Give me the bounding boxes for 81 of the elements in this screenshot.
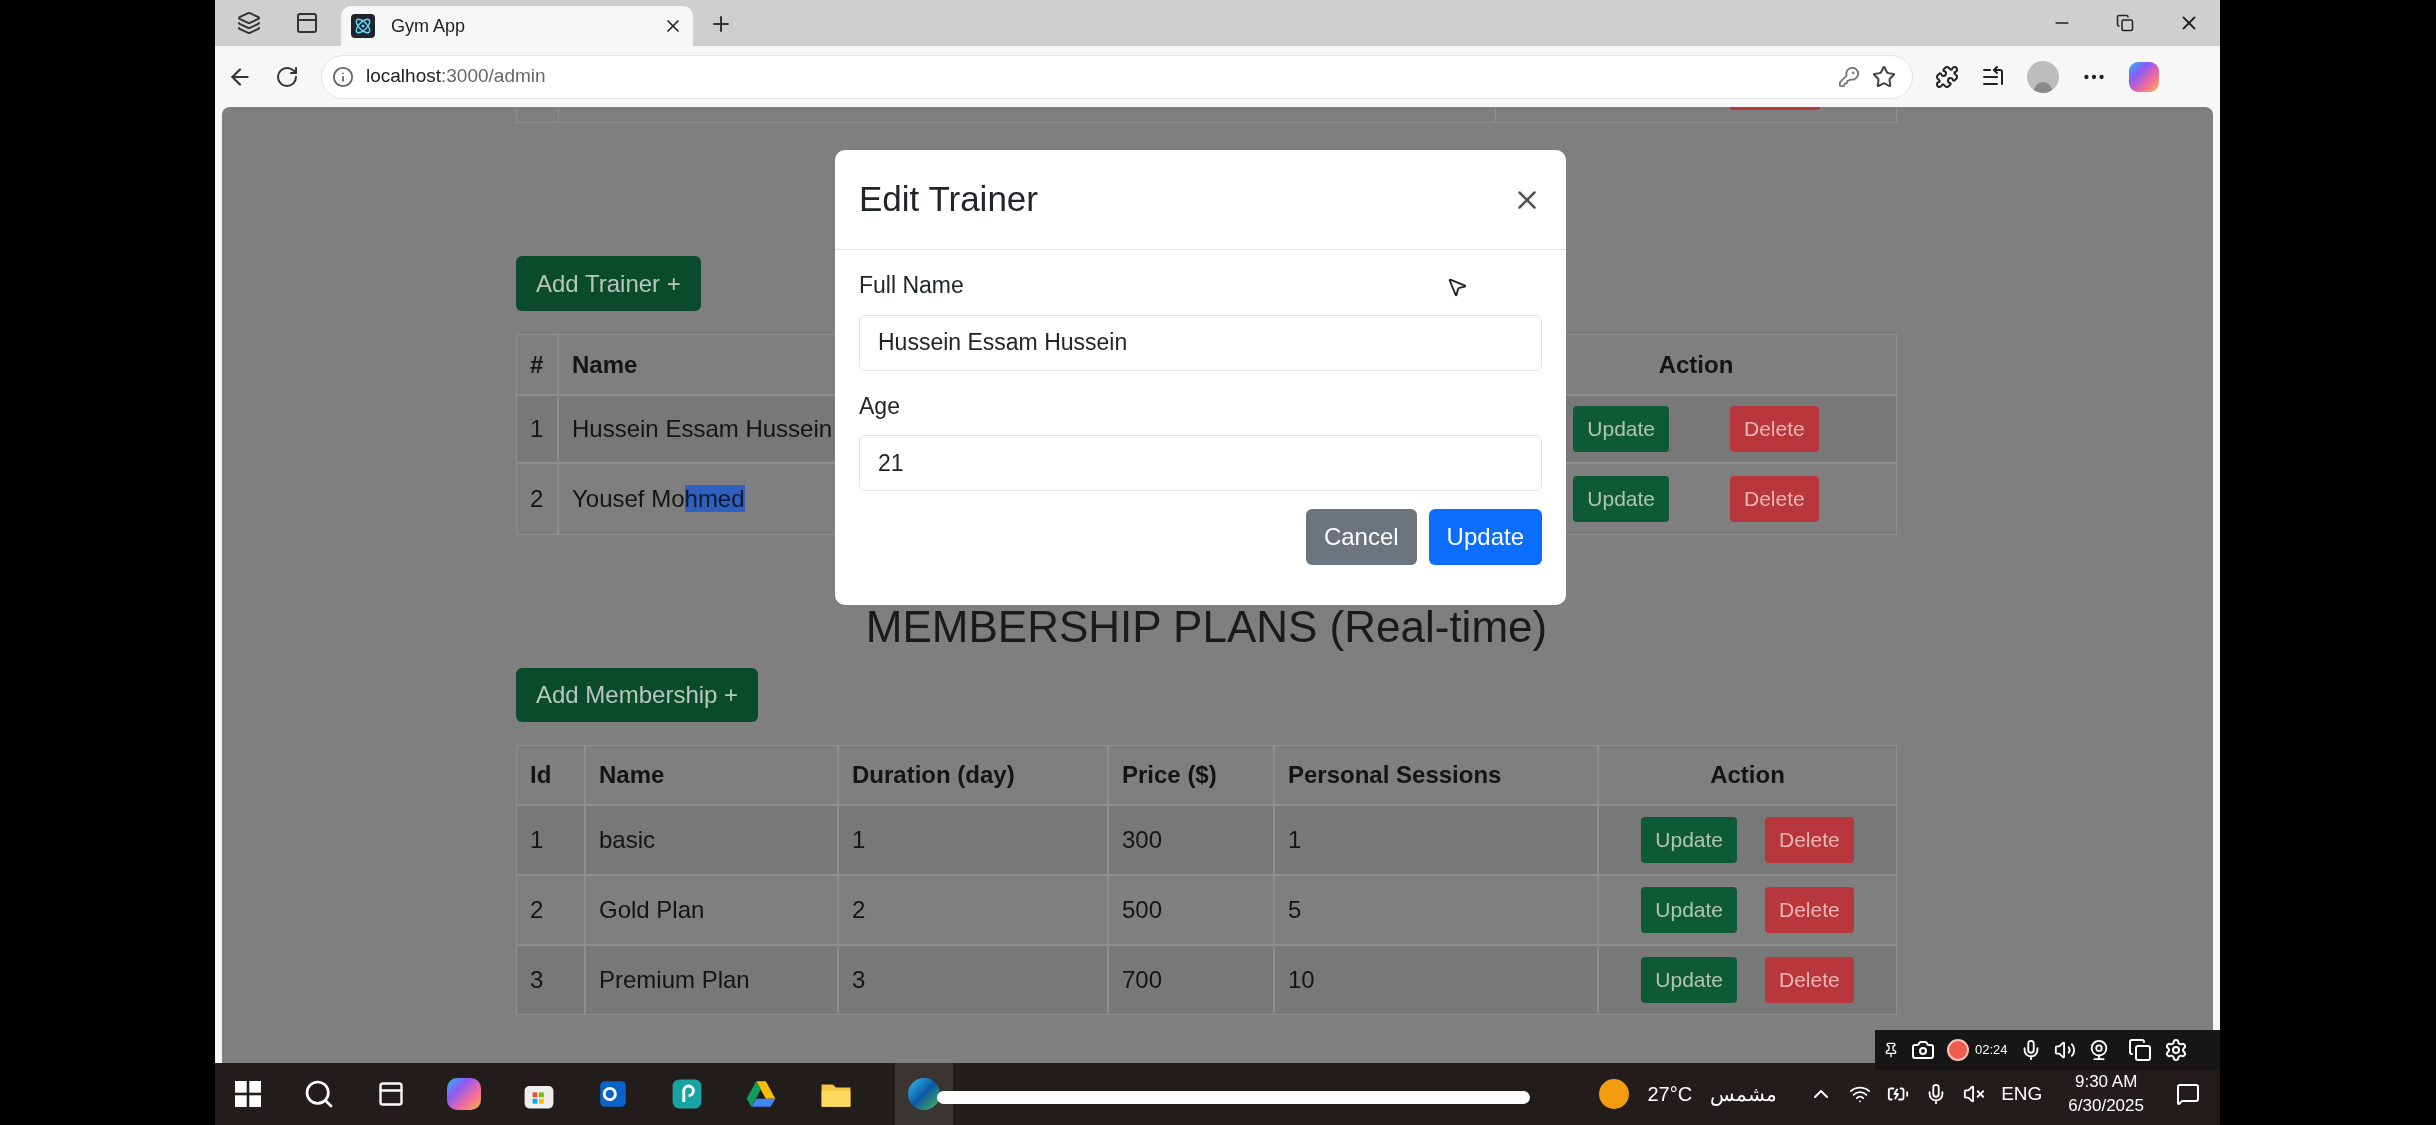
language-indicator[interactable]: ENG — [2001, 1079, 2043, 1109]
tab-title: Gym App — [391, 14, 467, 38]
app-logo-icon — [351, 14, 375, 38]
table-cell: 300 — [1108, 805, 1274, 875]
section-title: MEMBERSHIP PLANS (Real-time) — [864, 601, 1549, 653]
reload-icon[interactable] — [275, 64, 299, 89]
update-button[interactable]: Update — [1573, 406, 1669, 452]
restore-icon[interactable] — [2116, 14, 2134, 32]
table-cell: 1 — [516, 395, 558, 463]
table-cell: 5 — [1274, 875, 1598, 945]
settings-icon[interactable] — [2163, 1038, 2188, 1062]
delete-button[interactable]: Delete — [1765, 817, 1854, 863]
update-button[interactable]: Update — [1641, 957, 1737, 1003]
workspaces-icon[interactable] — [237, 11, 261, 35]
update-button[interactable]: Update — [1641, 817, 1737, 863]
extensions-icon[interactable] — [1935, 64, 1959, 89]
favorite-star-icon[interactable] — [1872, 64, 1896, 89]
dialog-title: Edit Trainer — [859, 178, 1039, 221]
windows-icon[interactable] — [2127, 1038, 2152, 1062]
table-cell: 1 — [1274, 805, 1598, 875]
site-info-icon[interactable] — [332, 65, 354, 88]
drive-icon[interactable] — [745, 1078, 777, 1110]
mail-app-icon[interactable] — [597, 1078, 629, 1110]
table-cell: basic — [585, 805, 838, 875]
copilot-icon[interactable] — [2129, 61, 2159, 92]
cancel-button[interactable]: Cancel — [1305, 509, 1417, 565]
delete-button[interactable]: Delete — [1765, 957, 1854, 1003]
pin-icon[interactable] — [1883, 1042, 1899, 1058]
copilot-icon[interactable] — [447, 1078, 481, 1110]
add-trainer-button[interactable]: Add Trainer + — [516, 256, 701, 311]
column-header: Price ($) — [1108, 745, 1274, 805]
update-button[interactable]: Update — [1428, 509, 1542, 565]
sun-icon[interactable] — [1599, 1079, 1630, 1109]
task-view-icon[interactable] — [377, 1080, 405, 1108]
table-cell: 700 — [1108, 945, 1274, 1015]
update-button[interactable]: Update — [1573, 476, 1669, 522]
column-header: Id — [516, 745, 585, 805]
notifications-icon[interactable] — [2176, 1082, 2200, 1106]
camera-icon[interactable] — [1911, 1038, 1935, 1062]
column-header: Duration (day) — [838, 745, 1108, 805]
spiral-app-icon[interactable] — [671, 1078, 703, 1110]
text-field[interactable]: 21 — [859, 435, 1542, 491]
table-cell: 2 — [838, 875, 1108, 945]
table-cell: 500 — [1108, 875, 1274, 945]
recording-timer: 02:24 — [1975, 1041, 2008, 1060]
column-header: Action — [1598, 745, 1897, 805]
browser-app-icon[interactable] — [895, 1063, 953, 1125]
update-button[interactable]: Update — [1641, 887, 1737, 933]
windows-logo-icon[interactable] — [235, 1081, 261, 1107]
text-field[interactable]: Hussein Essam Hussein — [859, 314, 1542, 371]
table-cell: 3 — [838, 945, 1108, 1015]
table-cell: 1 — [516, 805, 585, 875]
table-cell: 3 — [516, 945, 585, 1015]
url-text: localhost:3000/admin — [366, 64, 547, 89]
key-icon[interactable] — [1838, 65, 1860, 88]
profile-avatar-icon[interactable] — [2027, 60, 2059, 93]
clock-date[interactable]: 6/30/2025 — [2068, 1094, 2144, 1118]
column-header: Name — [585, 745, 838, 805]
add-membership-button[interactable]: Add Membership + — [516, 668, 759, 722]
speaker-icon[interactable] — [2053, 1039, 2076, 1061]
table-cell: Premium Plan — [585, 945, 838, 1015]
table-cell: 2 — [516, 463, 558, 535]
muted-speaker-icon[interactable] — [1963, 1083, 1986, 1105]
record-icon[interactable] — [1947, 1039, 1969, 1061]
delete-button[interactable]: Delete — [1730, 406, 1819, 452]
search-icon[interactable] — [303, 1078, 335, 1110]
vertical-tabs-icon[interactable] — [295, 11, 319, 35]
table-cell: 1 — [838, 805, 1108, 875]
clock-time[interactable]: 9:30 AM — [2075, 1070, 2138, 1094]
table-cell: 2 — [516, 875, 585, 945]
browser-tab[interactable]: Gym App — [341, 6, 693, 46]
address-field[interactable]: localhost:3000/admin — [321, 54, 1913, 99]
weather-text[interactable]: مشمس — [1710, 1079, 1778, 1109]
column-header: # — [516, 334, 558, 395]
delete-button[interactable]: Delete — [1730, 476, 1819, 522]
delete-button[interactable]: Delete — [1765, 887, 1854, 933]
table-cell: Gold Plan — [585, 875, 838, 945]
table-cell: 10 — [1274, 945, 1598, 1015]
column-header: Personal Sessions — [1274, 745, 1598, 805]
temperature-text[interactable]: 27°C — [1647, 1079, 1693, 1109]
field-label: Full Name — [859, 271, 964, 300]
